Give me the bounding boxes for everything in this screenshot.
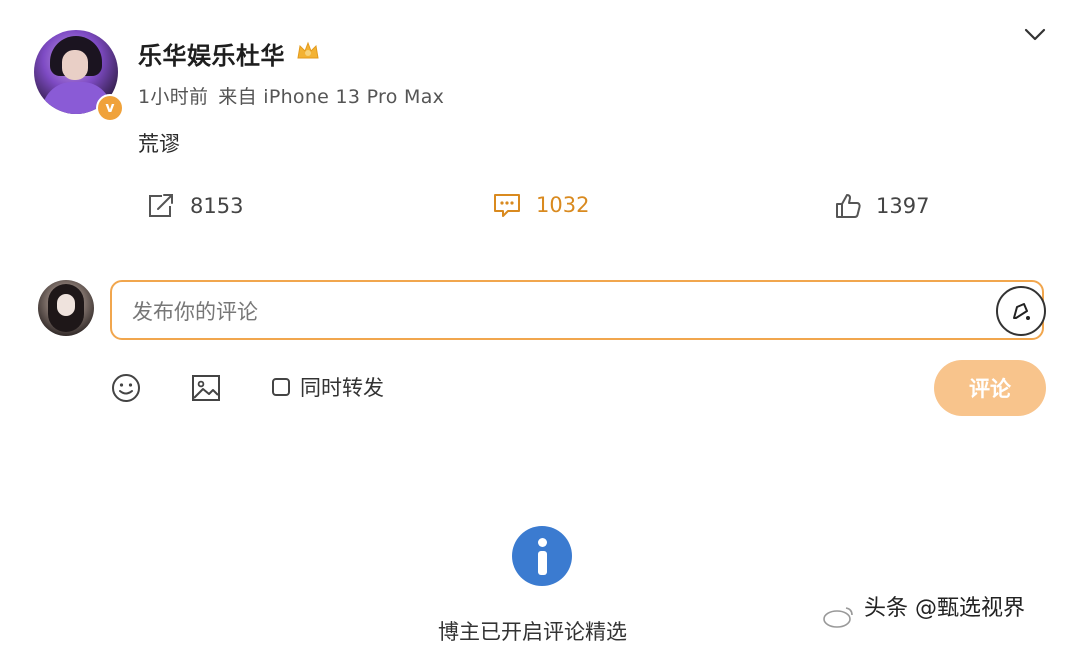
verified-badge-icon: v (96, 94, 124, 122)
also-repost-label: 同时转发 (300, 376, 384, 400)
post-text: 荒谬 (138, 132, 180, 156)
comment-box (110, 280, 1046, 340)
submit-comment-button[interactable]: 评论 (934, 360, 1046, 416)
thumbs-up-icon (836, 194, 861, 218)
like-button[interactable]: 1397 (834, 192, 929, 220)
also-repost-checkbox[interactable] (272, 378, 290, 396)
crown-icon (297, 41, 319, 59)
repost-count: 8153 (190, 194, 244, 218)
watermark-logo-icon (823, 607, 853, 628)
comment-input[interactable] (130, 294, 974, 330)
comment-selection-notice: 博主已开启评论精选 (438, 620, 627, 644)
post-time: 1小时前 (138, 86, 209, 108)
image-icon[interactable] (190, 372, 222, 404)
share-icon (149, 194, 173, 217)
post-source: 来自 iPhone 13 Pro Max (218, 86, 445, 108)
author-name[interactable]: 乐华娱乐杜华 (138, 36, 285, 71)
also-repost-toggle[interactable]: 同时转发 (272, 372, 384, 402)
like-count: 1397 (876, 194, 930, 218)
pen-icon (1013, 303, 1030, 320)
watermark-text: 头条 @甄选视界 (864, 596, 1025, 621)
comment-count: 1032 (536, 193, 590, 217)
post-meta: 1小时前 来自 iPhone 13 Pro Max (138, 82, 444, 109)
comment-button[interactable]: 1032 (492, 192, 589, 218)
handwriting-button[interactable] (996, 286, 1046, 336)
info-icon (512, 526, 572, 586)
chevron-down-icon[interactable] (1024, 28, 1046, 42)
emoji-icon[interactable] (110, 372, 142, 404)
repost-button[interactable]: 8153 (146, 192, 243, 220)
current-user-avatar (38, 280, 94, 336)
comment-icon (494, 194, 520, 217)
